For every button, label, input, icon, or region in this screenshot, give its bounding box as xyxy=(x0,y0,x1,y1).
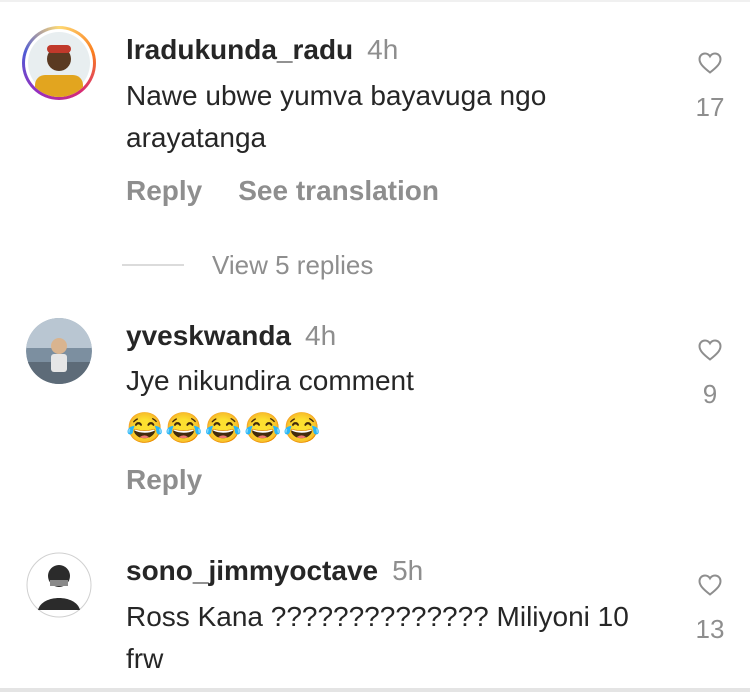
comment-emoji: 😂😂😂😂😂 xyxy=(126,412,323,445)
comment-time: 4h xyxy=(305,320,337,351)
like-count: 13 xyxy=(695,614,725,644)
comment-time: 4h xyxy=(367,34,399,65)
view-replies-label[interactable]: View 5 replies xyxy=(212,250,373,281)
view-replies[interactable]: View 5 replies xyxy=(0,250,750,280)
avatar[interactable] xyxy=(26,552,92,618)
comment-time: 5h xyxy=(392,555,424,586)
heart-outline-icon[interactable] xyxy=(698,339,722,361)
reply-button[interactable]: Reply xyxy=(126,175,202,206)
comment-username[interactable]: sono_jimmyoctave xyxy=(126,555,378,586)
avatar[interactable] xyxy=(25,29,93,97)
comment-text: Jye nikundira comment xyxy=(126,365,414,396)
heart-outline-icon[interactable] xyxy=(698,52,722,74)
replies-divider xyxy=(122,264,184,266)
comment-username[interactable]: yveskwanda xyxy=(126,320,291,351)
reply-button[interactable]: Reply xyxy=(126,464,202,495)
see-translation-button[interactable]: See translation xyxy=(238,175,439,206)
comment-text: Nawe ubwe yumva bayavuga ngo arayatanga xyxy=(126,80,547,153)
like-count: 9 xyxy=(702,379,718,409)
bottom-divider xyxy=(0,688,750,692)
comment-text: Ross Kana ?????????????? Miliyoni 10 frw xyxy=(126,601,629,674)
like-count: 17 xyxy=(695,92,725,122)
story-ring[interactable] xyxy=(22,26,96,100)
avatar[interactable] xyxy=(26,318,92,384)
top-divider xyxy=(0,0,750,2)
comment-username[interactable]: lradukunda_radu xyxy=(126,34,353,65)
heart-outline-icon[interactable] xyxy=(698,574,722,596)
